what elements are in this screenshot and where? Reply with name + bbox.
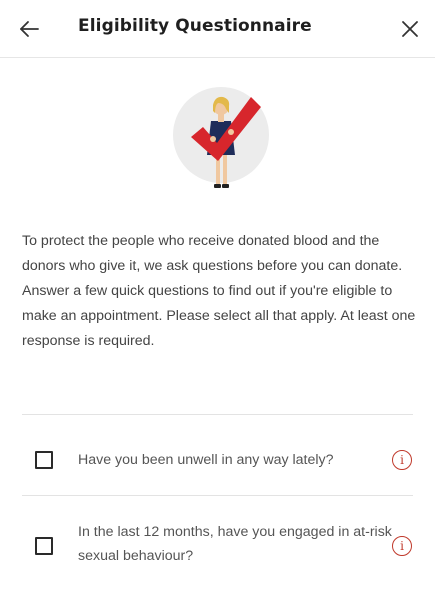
close-button[interactable] [395,14,425,44]
divider [22,414,413,415]
arrow-left-icon [20,21,39,37]
question-label: Have you been unwell in any way lately? [78,452,334,468]
top-app-bar: Eligibility Questionnaire [0,0,435,58]
checkbox[interactable] [35,451,53,469]
question-option-unwell[interactable]: Have you been unwell in any way lately? … [22,437,422,483]
intro-text: To protect the people who receive donate… [22,233,416,349]
info-icon[interactable]: i [392,450,412,470]
page-title: Eligibility Questionnaire [78,16,312,36]
person-holding-checkmark-illustration [171,87,271,199]
divider [22,495,413,496]
question-option-sexual-behaviour[interactable]: In the last 12 months, have you engaged … [22,520,422,584]
close-icon [402,21,418,37]
checkbox[interactable] [35,537,53,555]
question-label: In the last 12 months, have you engaged … [78,524,392,564]
info-icon[interactable]: i [392,536,412,556]
back-button[interactable] [14,14,44,44]
